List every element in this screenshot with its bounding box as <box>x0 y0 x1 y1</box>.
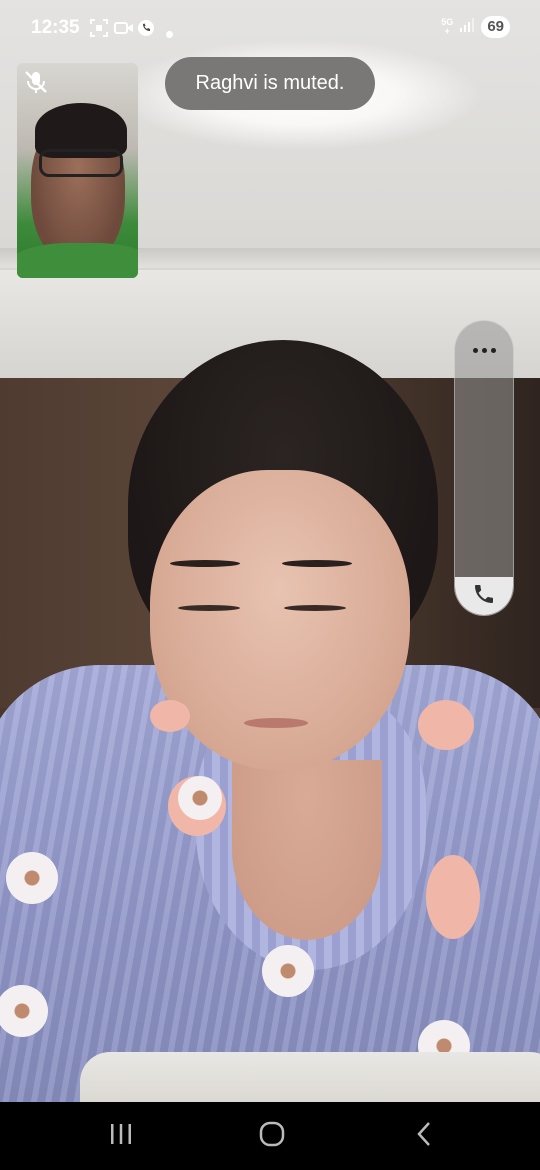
call-controls-panel[interactable] <box>454 320 514 616</box>
remote-person-neck <box>232 760 382 940</box>
open-book <box>80 1052 540 1102</box>
sweater-dot <box>418 700 474 750</box>
right-brow <box>282 560 352 567</box>
more-options-button[interactable] <box>455 335 513 365</box>
notification-dot-icon <box>166 25 173 38</box>
left-eye <box>178 605 240 611</box>
status-bar: 12:35 5G + 69 <box>0 0 540 58</box>
sweater-dot <box>426 855 480 939</box>
sweater-flower <box>178 776 222 820</box>
self-view-shirt <box>17 243 138 278</box>
self-view-video[interactable] <box>17 63 138 278</box>
sweater-flower <box>6 852 58 904</box>
network-5g-icon: 5G + <box>441 17 454 36</box>
recent-apps-icon <box>109 1123 133 1150</box>
more-horizontal-icon <box>472 347 478 353</box>
sweater-flower <box>262 945 314 997</box>
call-status-icon <box>137 19 157 37</box>
recent-apps-button[interactable] <box>103 1120 139 1152</box>
home-button[interactable] <box>254 1120 290 1152</box>
right-eye <box>284 605 346 611</box>
left-brow <box>170 560 240 567</box>
phone-icon <box>472 582 496 611</box>
navigation-bar <box>0 1102 540 1170</box>
self-view-glasses <box>39 149 123 177</box>
status-time: 12:35 <box>31 17 80 38</box>
mute-toast: Raghvi is muted. <box>165 57 375 110</box>
mouth <box>244 718 308 728</box>
battery-icon: 69 <box>481 16 510 38</box>
sweater-dot <box>150 700 190 732</box>
screenshot-icon <box>90 19 110 37</box>
mic-off-icon <box>23 69 49 95</box>
back-button[interactable] <box>406 1120 442 1152</box>
more-dot <box>490 347 496 353</box>
back-icon <box>415 1121 433 1152</box>
signal-icon <box>459 17 475 38</box>
more-dot <box>481 347 487 353</box>
home-icon <box>259 1121 285 1152</box>
video-icon <box>114 19 134 37</box>
